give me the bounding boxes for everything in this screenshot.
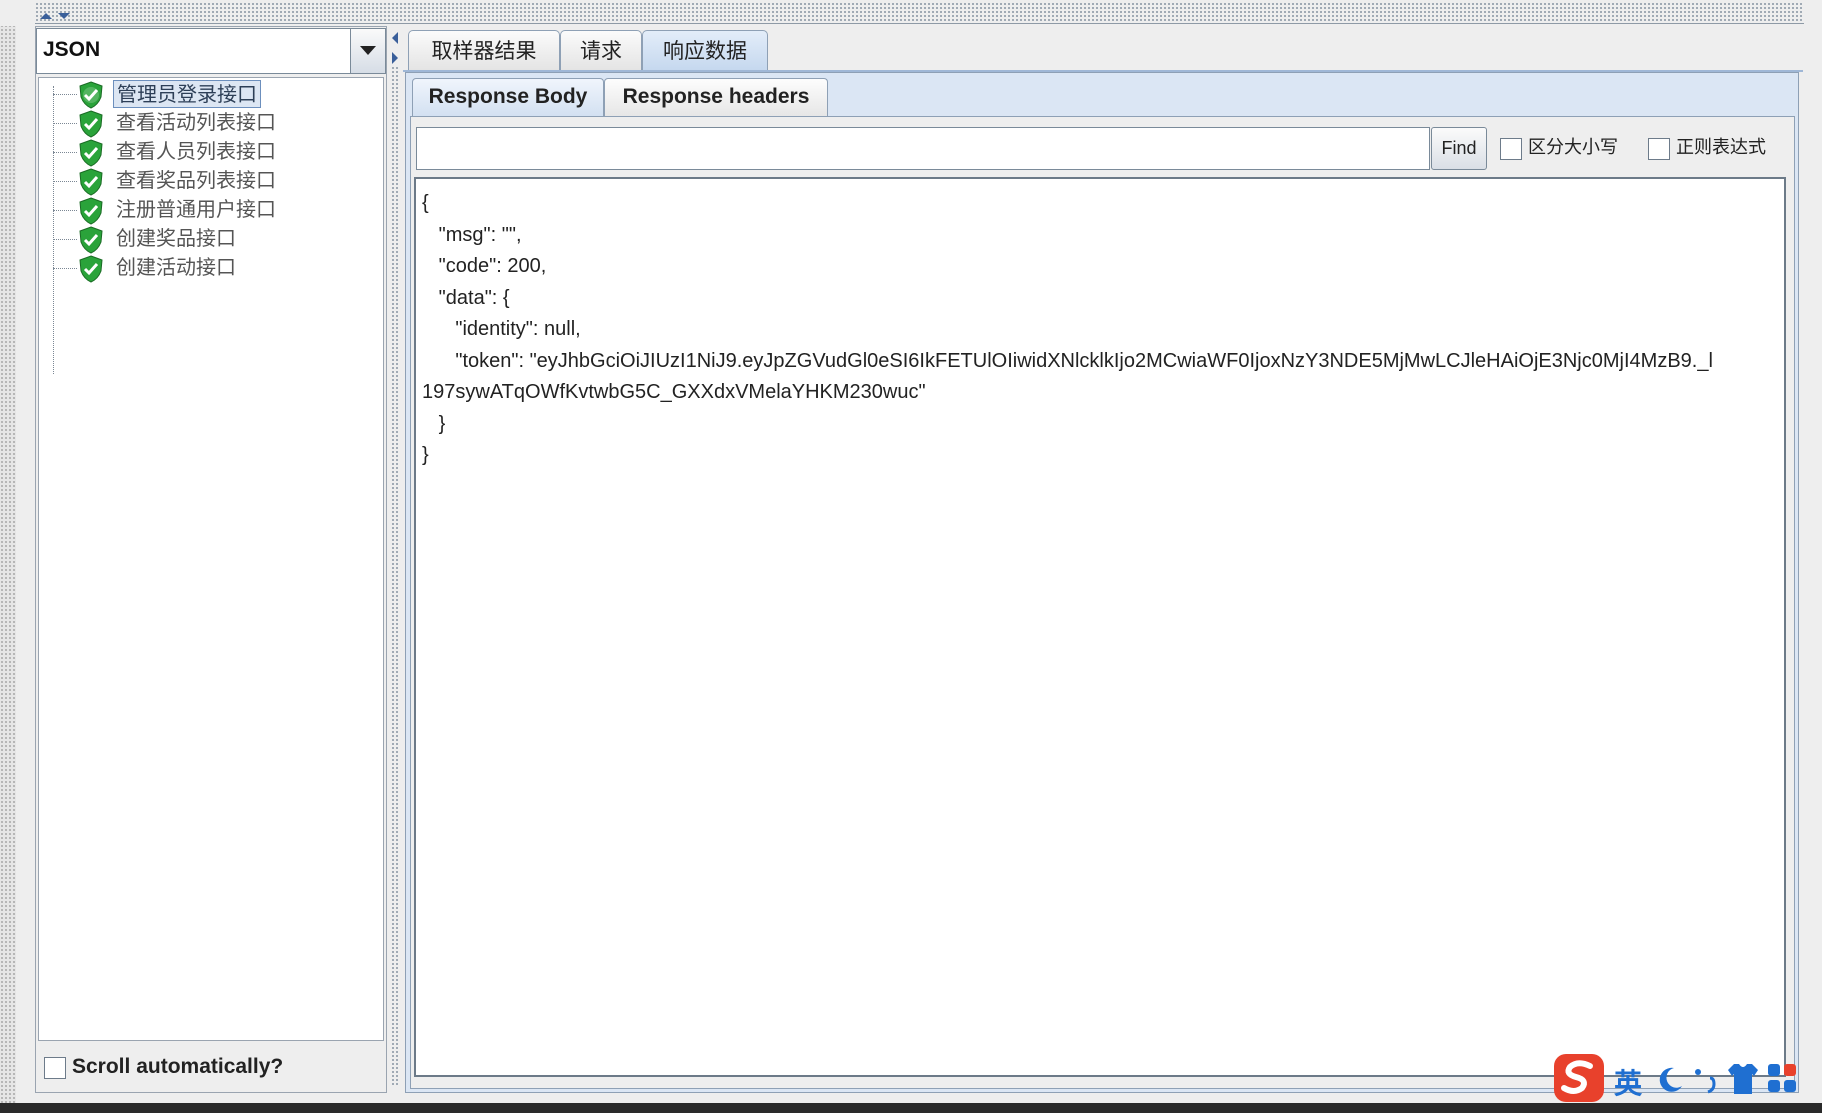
tab-response-data[interactable]: 响应数据 <box>642 30 768 72</box>
tree-item[interactable]: 查看活动列表接口 <box>39 107 379 139</box>
success-shield-icon <box>79 226 103 254</box>
response-line: } <box>422 412 446 435</box>
split-arrows-icon[interactable] <box>38 10 78 22</box>
renderer-select[interactable]: JSON <box>36 28 386 74</box>
success-shield-icon <box>79 110 103 138</box>
ime-toolbar[interactable]: 英 <box>1552 1050 1822 1106</box>
tree-item-label: 创建奖品接口 <box>116 226 236 250</box>
tab-sampler-result[interactable]: 取样器结果 <box>408 30 560 72</box>
tree-item[interactable]: 查看人员列表接口 <box>39 136 379 168</box>
checkbox-box[interactable] <box>1500 138 1522 160</box>
tree-item-label: 注册普通用户接口 <box>116 197 276 221</box>
response-line: "token": "eyJhbGciOiJIUzI1NiJ9.eyJpZGVud… <box>422 349 1713 372</box>
tree-item[interactable]: 查看奖品列表接口 <box>39 165 379 197</box>
tab-request[interactable]: 请求 <box>560 30 642 72</box>
tab-response-body[interactable]: Response Body <box>412 78 604 117</box>
success-shield-icon <box>79 197 103 225</box>
tree-item[interactable]: 创建奖品接口 <box>39 223 379 255</box>
toolbox-icon[interactable] <box>1766 1062 1798 1094</box>
checkbox-box[interactable] <box>44 1057 66 1079</box>
tree-item[interactable]: 管理员登录接口 <box>39 78 379 110</box>
regex-label: 正则表达式 <box>1676 137 1766 158</box>
chevron-down-icon <box>360 46 376 55</box>
moon-icon[interactable] <box>1654 1064 1686 1096</box>
success-shield-icon <box>79 255 103 283</box>
response-line: "code": 200, <box>422 255 547 277</box>
tree-item[interactable]: 注册普通用户接口 <box>39 194 379 226</box>
find-button[interactable]: Find <box>1431 127 1487 170</box>
scroll-automatically-label: Scroll automatically? <box>72 1055 284 1078</box>
left-gutter <box>0 0 16 1113</box>
renderer-select-value: JSON <box>43 38 101 61</box>
skin-icon[interactable] <box>1724 1062 1762 1096</box>
tree-item-label: 查看活动列表接口 <box>116 110 276 134</box>
response-line: 197sywATqOWfKvtwbG5C_GXXdxVMelaYHKM230wu… <box>422 381 926 403</box>
dropdown-button[interactable] <box>350 29 385 73</box>
tree-item-label: 查看奖品列表接口 <box>116 168 276 192</box>
scroll-automatically-checkbox[interactable]: Scroll automatically? <box>38 1045 384 1089</box>
bottom-taskbar <box>0 1103 1822 1113</box>
tree-item-label: 创建活动接口 <box>116 255 236 279</box>
checkbox-box[interactable] <box>1648 138 1670 160</box>
response-line: "data": { <box>422 286 510 309</box>
response-line: } <box>422 444 429 466</box>
top-splitter[interactable] <box>0 0 1822 26</box>
case-sensitive-label: 区分大小写 <box>1528 137 1618 158</box>
search-input[interactable] <box>416 127 1430 170</box>
response-body-text[interactable]: { "msg": "", "code": 200, "data": { "ide… <box>414 177 1786 1077</box>
results-tree[interactable]: 管理员登录接口 查看活动列表接口 查看人员列表接口 查看奖品列表接口 注册普通用 <box>38 77 384 1041</box>
response-line: "identity": null, <box>422 318 581 340</box>
success-shield-icon <box>79 168 103 196</box>
tree-item-label: 管理员登录接口 <box>113 80 261 108</box>
response-line: { <box>422 192 429 214</box>
collapse-arrows-icon[interactable] <box>388 30 402 66</box>
splitter-grip <box>35 2 1804 22</box>
tree-item[interactable]: 创建活动接口 <box>39 252 379 284</box>
vertical-splitter[interactable] <box>388 26 402 1093</box>
tree-item-label: 查看人员列表接口 <box>116 139 276 163</box>
success-shield-icon <box>79 139 103 167</box>
response-line: "msg": "", <box>422 223 522 246</box>
success-shield-icon <box>79 81 103 109</box>
ime-language-label[interactable]: 英 <box>1614 1062 1642 1102</box>
tab-response-headers[interactable]: Response headers <box>604 78 828 117</box>
punctuation-icon[interactable] <box>1692 1064 1720 1096</box>
